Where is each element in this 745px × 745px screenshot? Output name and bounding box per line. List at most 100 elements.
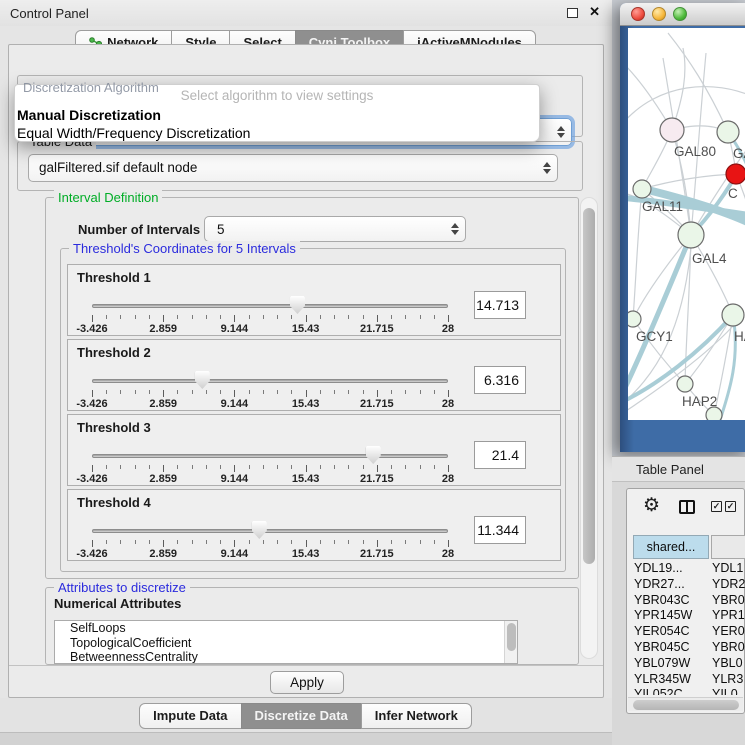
slider-tick (377, 540, 378, 547)
slider-tick-label: 9.144 (221, 548, 249, 560)
settings-scrollbar[interactable] (580, 197, 598, 659)
column-header-name[interactable]: na (711, 535, 745, 559)
split-columns-icon[interactable] (679, 500, 695, 514)
checkbox-icon[interactable]: ✓ (725, 501, 736, 512)
slider-thumb[interactable] (290, 296, 305, 314)
network-node-GCY1[interactable] (628, 311, 641, 327)
network-node-node-top-right[interactable] (717, 121, 739, 143)
slider-tick-label: 28 (442, 323, 454, 335)
number-of-intervals-value: 5 (217, 217, 225, 243)
table-row[interactable]: YDL19...YDL1 (627, 561, 745, 577)
slider-tick (135, 465, 136, 469)
network-canvas[interactable]: GAL80GACGAL11GAL4GCY1HAHAP2 (628, 28, 745, 420)
slider-tick (434, 315, 435, 319)
slider-track[interactable] (92, 304, 448, 308)
table-row[interactable]: YBR045CYBR0 (627, 640, 745, 656)
close-panel-icon[interactable]: ✕ (589, 4, 600, 20)
slider-tick (149, 390, 150, 394)
slider-tick (306, 465, 307, 472)
number-of-intervals-combobox[interactable]: 5 (204, 216, 466, 242)
slider-tick-label: -3.426 (76, 548, 107, 560)
algorithm-option-equal-width[interactable]: Equal Width/Frequency Discretization (17, 124, 250, 142)
threshold-box-2: Threshold 2-3.4262.8599.14415.4321.71528… (67, 339, 561, 411)
slider-tick (348, 390, 349, 394)
attributes-scrollbar[interactable] (504, 621, 517, 663)
slider-tick-label: 15.43 (292, 473, 320, 485)
network-view-window[interactable]: GAL80GACGAL11GAL4GCY1HAHAP2 (620, 3, 745, 452)
cell-name: YER0 (712, 624, 745, 640)
table-row[interactable]: YLR345WYLR3 (627, 672, 745, 688)
attribute-list-item[interactable]: SelfLoops (55, 621, 517, 636)
slider-track[interactable] (92, 454, 448, 458)
slider-tick (348, 540, 349, 544)
network-node-GAL11[interactable] (633, 180, 651, 198)
slider-tick (291, 540, 292, 544)
checkbox-icon[interactable]: ✓ (711, 501, 722, 512)
slider-tick (192, 465, 193, 469)
apply-button[interactable]: Apply (270, 671, 344, 694)
algorithm-hint-option[interactable]: Select algorithm to view settings (15, 88, 539, 103)
minimize-window-icon[interactable] (652, 7, 666, 21)
table-row[interactable]: YDR27...YDR2 (627, 577, 745, 593)
slider-tick (391, 465, 392, 469)
tab-label: Impute Data (153, 704, 227, 728)
tab-label: Discretize Data (255, 704, 348, 728)
threshold-value-field[interactable]: 21.4 (474, 441, 526, 469)
attribute-list-item[interactable]: BetweennessCentrality (55, 650, 517, 664)
slider-tick (348, 465, 349, 469)
network-node-bottom-node[interactable] (706, 407, 722, 420)
slider-tick (120, 465, 121, 469)
slider-tick-label: 21.715 (360, 398, 394, 410)
slider-tick-label: 9.144 (221, 323, 249, 335)
network-node-HAP2[interactable] (677, 376, 693, 392)
network-nodes[interactable]: GAL80GACGAL11GAL4GCY1HAHAP2 (628, 118, 745, 420)
table-row[interactable]: YBR043CYBR0 (627, 593, 745, 609)
threshold-value-field[interactable]: 6.316 (474, 366, 526, 394)
node-label-red-node: C (728, 186, 738, 201)
float-panel-icon[interactable] (567, 8, 578, 18)
table-row[interactable]: YBL079WYBL0 (627, 656, 745, 672)
network-node-H-node[interactable] (722, 304, 744, 326)
slider-tick (106, 465, 107, 469)
slider-thumb[interactable] (366, 446, 381, 464)
attributes-group: Attributes to discretize Numerical Attri… (45, 587, 579, 665)
slider-tick (320, 315, 321, 319)
slider-thumb[interactable] (252, 521, 267, 539)
threshold-value-field[interactable]: 14.713 (474, 291, 526, 319)
table-horizontal-scrollbar[interactable] (628, 697, 743, 711)
threshold-label: Threshold 4 (77, 495, 151, 510)
slider-track[interactable] (92, 379, 448, 383)
slider-tick (405, 540, 406, 544)
network-node-GAL80[interactable] (660, 118, 684, 142)
close-window-icon[interactable] (631, 7, 645, 21)
window-edge (0, 733, 612, 745)
numerical-attributes-list[interactable]: SelfLoopsTopologicalCoefficientBetweenne… (54, 620, 518, 664)
gear-icon[interactable]: ⚙ (643, 494, 660, 517)
zoom-window-icon[interactable] (673, 7, 687, 21)
network-node-red-node[interactable] (726, 164, 745, 184)
combo-stepper-icon (541, 155, 553, 181)
table-row[interactable]: YIL052CYIL0 (627, 687, 745, 695)
slider-tick (448, 540, 449, 547)
algorithm-option-manual[interactable]: Manual Discretization (17, 106, 161, 124)
tab-discretize-data[interactable]: Discretize Data (241, 703, 362, 729)
table-row[interactable]: YPR145WYPR1 (627, 608, 745, 624)
slider-thumb[interactable] (195, 371, 210, 389)
table-rows: YDL19...YDL1YDR27...YDR2YBR043CYBR0YPR14… (627, 561, 745, 695)
threshold-value-field[interactable]: 11.344 (474, 516, 526, 544)
slider-track[interactable] (92, 529, 448, 533)
slider-tick (363, 315, 364, 319)
slider-tick (291, 390, 292, 394)
table-row[interactable]: YER054CYER0 (627, 624, 745, 640)
attribute-list-item[interactable]: TopologicalCoefficient (55, 636, 517, 651)
slider-tick (92, 390, 93, 397)
network-node-GAL4[interactable] (678, 222, 704, 248)
slider-tick (177, 315, 178, 319)
column-header-shared-name[interactable]: shared... (633, 535, 709, 559)
tab-infer-network[interactable]: Infer Network (361, 703, 472, 729)
table-data-combobox[interactable]: galFiltered.sif default node (28, 154, 558, 182)
tab-impute-data[interactable]: Impute Data (139, 703, 241, 729)
node-table: ⚙ ✓ ✓ shared... na YDL19...YDL1YDR27...Y… (626, 488, 745, 714)
slider-tick (234, 390, 235, 397)
slider-tick-label: 2.859 (149, 398, 177, 410)
